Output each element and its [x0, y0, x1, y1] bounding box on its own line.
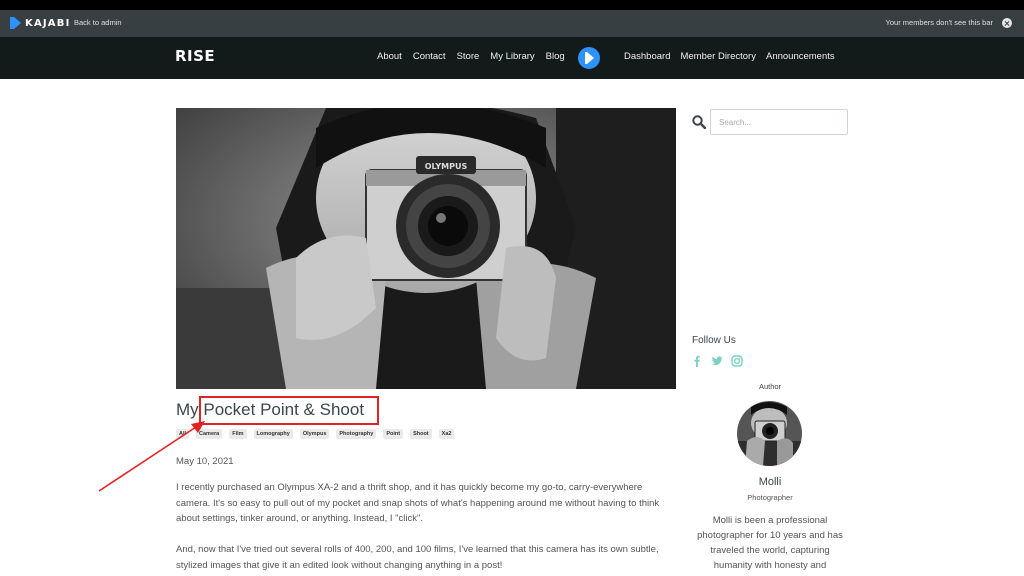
admin-bar-notice: Your members don't see this bar — [885, 18, 993, 27]
follow-us-heading: Follow Us — [692, 335, 736, 346]
instagram-icon[interactable] — [731, 354, 743, 367]
author-name: Molli — [758, 476, 782, 488]
tag-chip[interactable]: Film — [229, 429, 247, 439]
social-links — [691, 354, 743, 367]
tag-chip[interactable]: Camera — [196, 429, 223, 439]
nav-link-about[interactable]: About — [377, 51, 402, 62]
post-body: I recently purchased an Olympus XA-2 and… — [176, 480, 666, 576]
nav-link-blog[interactable]: Blog — [546, 51, 565, 62]
facebook-icon[interactable] — [691, 354, 703, 367]
tag-chip[interactable]: Shoot — [410, 429, 432, 439]
tag-chip[interactable]: All — [176, 429, 190, 439]
admin-bar: KAJABI Back to admin Your members don't … — [0, 10, 1024, 37]
nav-link-my-library[interactable]: My Library — [490, 51, 534, 62]
tag-chip[interactable]: Olympus — [299, 429, 330, 439]
kajabi-logo-text: KAJABI — [25, 17, 71, 29]
author-label: Author — [758, 382, 782, 391]
tag-chip[interactable]: Xa2 — [438, 429, 455, 439]
nav-link-contact[interactable]: Contact — [413, 51, 446, 62]
author-avatar — [737, 401, 802, 466]
nav-link-dashboard[interactable]: Dashboard — [624, 51, 670, 62]
nav-link-store[interactable]: Store — [457, 51, 480, 62]
kajabi-badge-icon[interactable] — [578, 47, 600, 69]
author-bio: Molli is been a professional photographe… — [697, 515, 843, 571]
post-date: May 10, 2021 — [176, 456, 234, 467]
author-role: Photographer — [747, 493, 793, 502]
tag-chip[interactable]: Lomography — [253, 429, 293, 439]
post-paragraph: I recently purchased an Olympus XA-2 and… — [176, 482, 660, 524]
tag-chip[interactable]: Point — [383, 429, 404, 439]
post-tags: All Camera Film Lomography Olympus Photo… — [176, 429, 455, 439]
kajabi-k-icon — [10, 17, 21, 29]
site-logo[interactable]: RISE — [175, 47, 215, 65]
primary-nav: About Contact Store My Library Blog — [377, 51, 565, 62]
top-black-strip — [0, 0, 1024, 10]
close-icon[interactable] — [1002, 18, 1012, 28]
kajabi-logo[interactable]: KAJABI — [10, 17, 71, 29]
back-to-admin-link[interactable]: Back to admin — [74, 18, 122, 27]
nav-link-announcements[interactable]: Announcements — [766, 51, 835, 62]
site-header: RISE About Contact Store My Library Blog… — [0, 37, 1024, 79]
search-input[interactable] — [710, 109, 848, 135]
search-icon[interactable] — [692, 115, 706, 129]
post-paragraph: And, now that I've tried out several rol… — [176, 544, 659, 571]
annotation-highlight-box — [199, 396, 379, 425]
nav-link-member-directory[interactable]: Member Directory — [680, 51, 756, 62]
svg-text:OLYMPUS: OLYMPUS — [425, 162, 468, 171]
member-nav: Dashboard Member Directory Announcements — [624, 51, 835, 62]
twitter-icon[interactable] — [711, 354, 723, 366]
post-hero-image: OLYMPUS — [176, 108, 676, 389]
tag-chip[interactable]: Photography — [336, 429, 377, 439]
